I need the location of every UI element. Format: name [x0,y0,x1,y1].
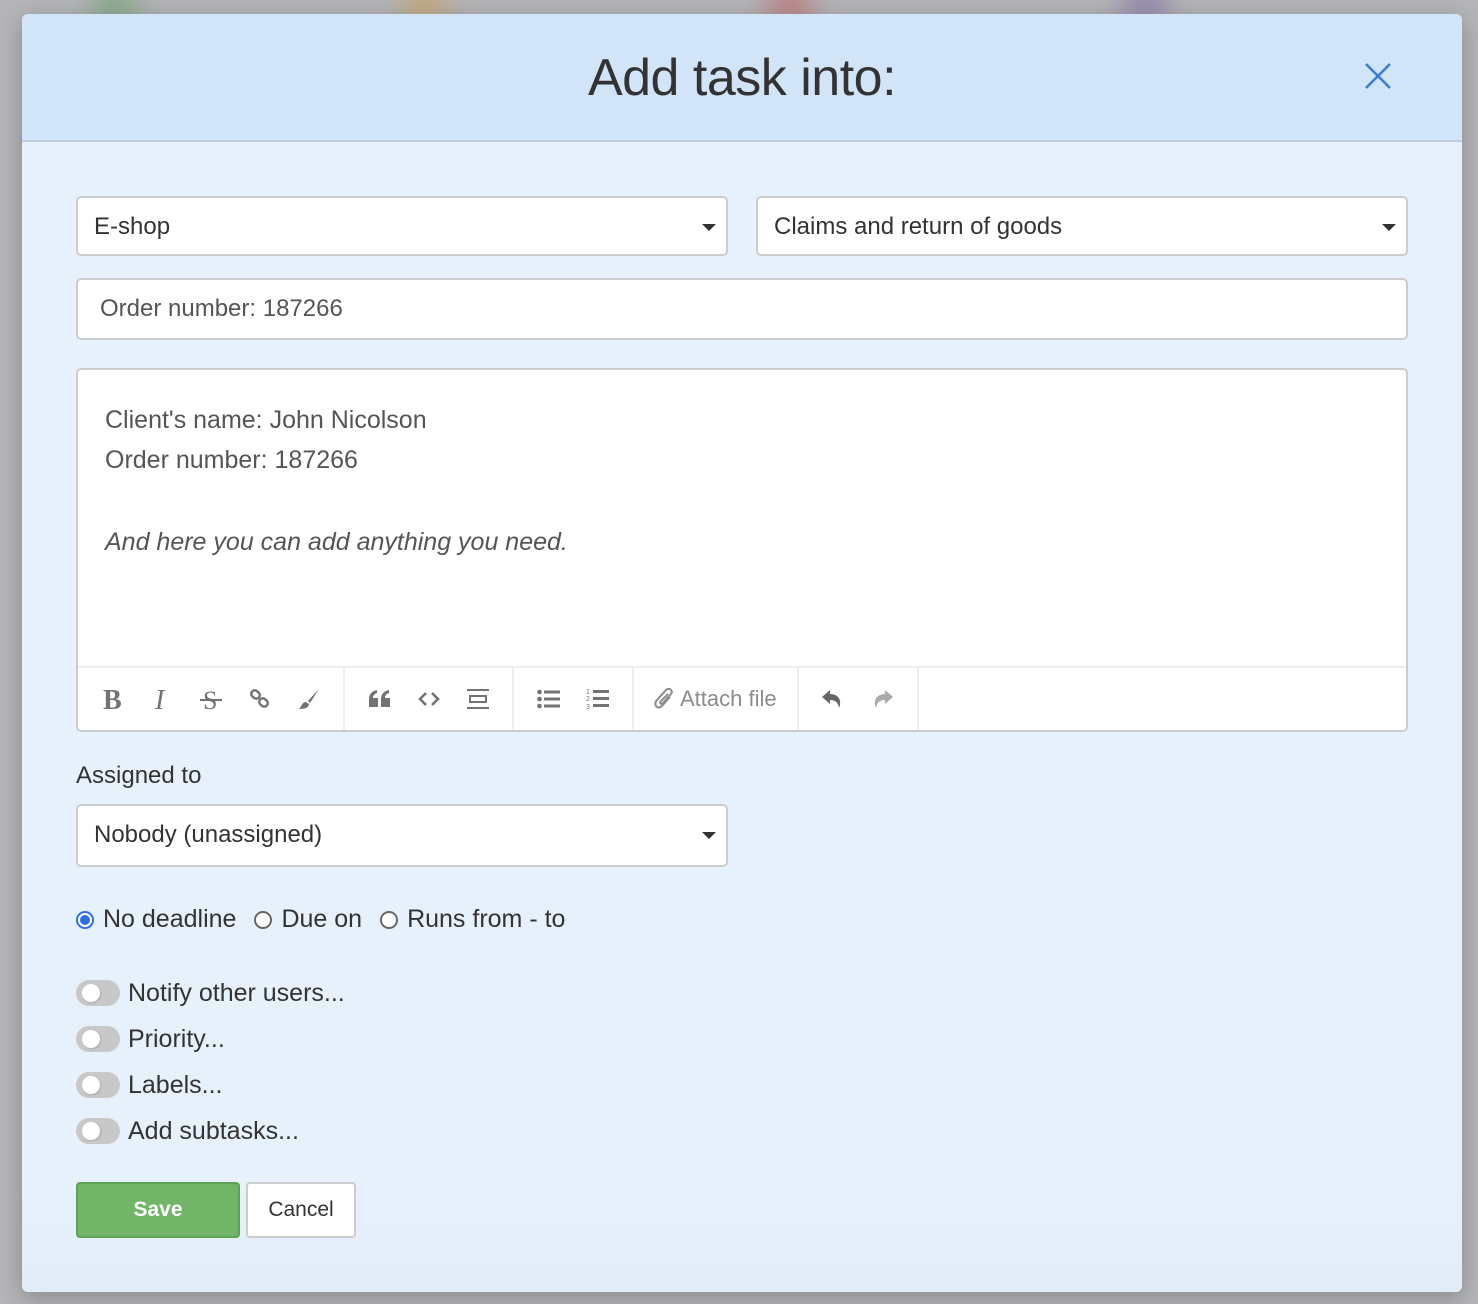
assigned-to-label: Assigned to [76,762,202,789]
options-toggles: Notify other users... Priority... Labels… [76,970,345,1154]
add-task-modal: Add task into: E-shop Claims and return … [22,14,1462,1292]
strikethrough-button[interactable]: S [186,679,235,719]
chevron-down-icon [702,832,716,839]
svg-text:3: 3 [586,704,590,710]
description-editor: Client's name: John Nicolson Order numbe… [76,368,1408,732]
bullet-list-icon [536,689,560,709]
toolbar-group-format: B I S [78,668,345,730]
editor-toolbar: B I S 1 2 3 Attach file [78,666,1406,730]
bold-button[interactable]: B [88,679,137,719]
toggle-priority[interactable]: Priority... [76,1016,345,1062]
paintbrush-icon [298,689,319,709]
toggle-label: Priority... [128,1024,225,1053]
project-select[interactable]: E-shop [76,196,728,256]
radio-button[interactable] [254,910,273,929]
quote-button[interactable] [355,679,404,719]
cancel-button[interactable]: Cancel [246,1182,356,1238]
link-icon [249,689,269,708]
redo-icon [874,690,894,708]
radio-button[interactable] [380,910,399,929]
chevron-down-icon [702,224,716,231]
deadline-radio-group: No deadline Due on Runs from - to [76,905,583,934]
paperclip-icon [654,687,673,709]
radio-label: Due on [281,905,363,933]
toggle-switch[interactable] [76,980,120,1006]
svg-text:I: I [154,685,166,713]
bold-icon: B [103,685,122,713]
radio-runs-from-to[interactable]: Runs from - to [380,905,565,934]
modal-title: Add task into: [587,49,897,107]
chevron-down-icon [1382,224,1396,231]
text-color-button[interactable] [284,679,333,719]
radio-due-on[interactable]: Due on [254,905,362,934]
toggle-label: Add subtasks... [128,1116,299,1145]
strikethrough-icon: S [199,686,222,713]
undo-button[interactable] [809,679,858,719]
description-line: Order number: 187266 [105,446,358,474]
italic-button[interactable]: I [137,679,186,719]
radio-button-checked[interactable] [76,910,94,929]
attach-file-button[interactable]: Attach file [644,686,787,712]
italic-icon: I [154,685,166,713]
assignee-select[interactable]: Nobody (unassigned) [76,804,728,867]
modal-header: Add task into: [22,14,1462,142]
toggle-labels[interactable]: Labels... [76,1062,345,1108]
code-button[interactable] [404,679,453,719]
toolbar-group-history [799,668,919,730]
bullet-list-button[interactable] [524,679,573,719]
toolbar-group-blocks [345,668,514,730]
attach-file-label: Attach file [680,686,777,711]
toolbar-group-attach: Attach file [634,668,799,730]
horizontal-rule-button[interactable] [453,679,502,719]
close-icon [1365,63,1391,89]
task-title-input[interactable] [76,278,1408,340]
svg-text:B: B [103,685,122,713]
numbered-list-button[interactable]: 123 [573,679,622,719]
toggle-notify-users[interactable]: Notify other users... [76,970,345,1016]
toggle-label: Notify other users... [128,978,345,1007]
radio-label: Runs from - to [407,905,566,933]
toggle-switch[interactable] [76,1072,120,1098]
horizontal-rule-icon [466,689,489,709]
toggle-label: Labels... [128,1070,223,1099]
list-select-value: Claims and return of goods [774,213,1063,240]
description-line: Client's name: John Nicolson [105,406,427,434]
project-select-value: E-shop [94,213,171,240]
numbered-list-icon: 123 [586,689,609,710]
redo-button[interactable] [858,679,907,719]
list-select[interactable]: Claims and return of goods [756,196,1408,256]
toggle-switch[interactable] [76,1118,120,1144]
description-italic-line: And here you can add anything you need. [105,528,568,556]
quote-icon [368,690,390,707]
save-button[interactable]: Save [76,1182,240,1238]
toggle-switch[interactable] [76,1026,120,1052]
toolbar-group-lists: 123 [514,668,634,730]
assignee-select-value: Nobody (unassigned) [94,821,323,848]
radio-label: No deadline [103,905,237,933]
undo-icon [822,690,841,708]
svg-text:2: 2 [586,696,590,703]
close-button[interactable] [1362,60,1394,92]
description-text-area[interactable]: Client's name: John Nicolson Order numbe… [105,400,1386,660]
svg-text:1: 1 [586,689,590,696]
radio-no-deadline[interactable]: No deadline [76,905,236,934]
link-button[interactable] [235,679,284,719]
code-icon [417,692,440,706]
toggle-add-subtasks[interactable]: Add subtasks... [76,1108,345,1154]
